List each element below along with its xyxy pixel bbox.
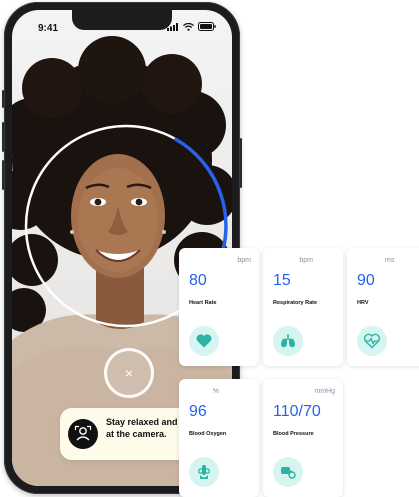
metric-value: 15 (273, 272, 291, 289)
metric-unit: % (212, 388, 219, 395)
metric-value: 90 (357, 272, 375, 289)
heart-pulse-icon (363, 333, 381, 349)
metric-icon-badge (189, 326, 219, 356)
status-icons (167, 22, 216, 31)
metric-unit: mmHg (314, 388, 335, 395)
metric-value: 80 (189, 272, 207, 289)
cancel-scan-button[interactable]: × (104, 348, 154, 398)
metric-icon-badge (357, 326, 387, 356)
metric-card-hrv: ms 90 HRV (347, 248, 419, 366)
metric-unit: ms (385, 257, 395, 264)
signal-icon (167, 22, 178, 31)
status-time: 9:41 (38, 23, 59, 34)
volume-down-button (2, 160, 4, 190)
volume-up-button (2, 122, 4, 152)
mute-switch (2, 90, 4, 108)
face-position-icon (68, 419, 98, 449)
metric-label: HRV (357, 300, 369, 306)
scan-progress-arc (174, 137, 228, 267)
metric-card-blood-pressure: mmHg 110/70 Blood Pressure (263, 379, 343, 497)
metric-card-respiratory-rate: bpm 15 Respiratory Rate (263, 248, 343, 366)
metric-icon-badge (189, 457, 219, 487)
lungs-icon (281, 334, 295, 348)
power-button (240, 138, 242, 188)
heart-icon (196, 334, 212, 348)
close-icon: × (124, 365, 134, 381)
metric-card-heart-rate: bpm 80 Heart Rate (179, 248, 259, 366)
battery-icon (198, 22, 216, 31)
wifi-icon (183, 22, 194, 31)
metric-icon-badge (273, 457, 303, 487)
metric-value: 110/70 (273, 403, 321, 420)
metric-icon-badge (273, 326, 303, 356)
metric-unit: bpm (299, 257, 313, 264)
metric-card-blood-oxygen: % 96 Blood Oxygen (179, 379, 259, 497)
metric-value: 96 (189, 403, 207, 420)
metric-label: Heart Rate (189, 300, 217, 306)
blood-pressure-cuff-icon (281, 467, 296, 479)
metric-label: Blood Oxygen (189, 431, 227, 437)
metric-unit: bpm (237, 257, 251, 264)
notch (72, 10, 172, 30)
finger-oximeter-icon (198, 465, 210, 479)
metric-label: Blood Pressure (273, 431, 314, 437)
metric-label: Respiratory Rate (273, 300, 318, 306)
